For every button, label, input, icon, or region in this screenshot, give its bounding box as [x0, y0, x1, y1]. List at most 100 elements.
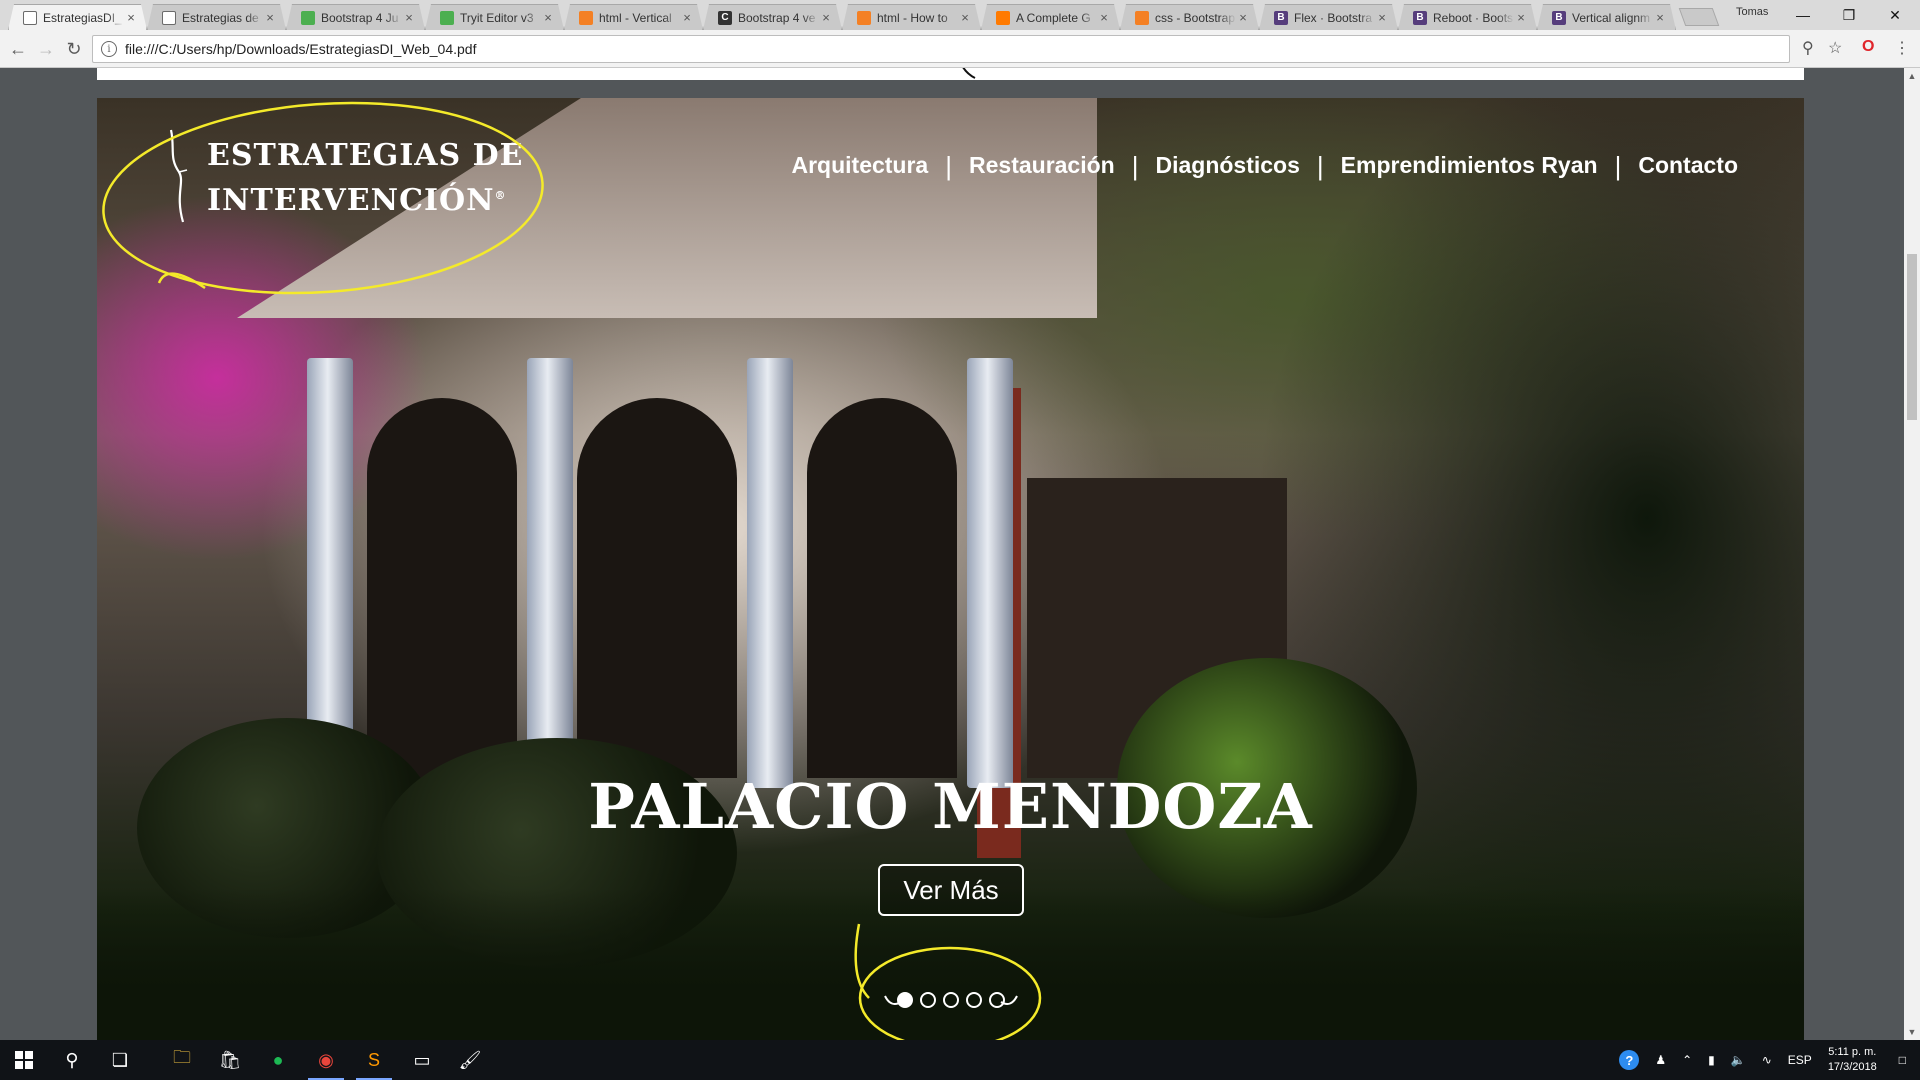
sublime-text-icon[interactable]: S — [350, 1040, 398, 1080]
scroll-down-icon[interactable]: ▼ — [1904, 1024, 1920, 1040]
spotify-icon[interactable]: ● — [254, 1040, 302, 1080]
address-bar[interactable]: i file:///C:/Users/hp/Downloads/Estrateg… — [92, 35, 1790, 63]
annotation-stroke — [962, 68, 976, 79]
nav-link-restauracion[interactable]: Restauración — [969, 152, 1115, 179]
forward-arrow-icon[interactable]: → — [34, 37, 58, 61]
arch-opening — [367, 398, 517, 778]
carousel-dot[interactable] — [920, 992, 936, 1008]
menu-icon[interactable]: ⋮ — [1894, 38, 1910, 58]
tab-close-icon[interactable]: × — [819, 10, 833, 25]
porch-column — [747, 358, 793, 788]
paint-icon[interactable]: 🖌 — [446, 1040, 494, 1080]
back-arrow-icon[interactable]: ← — [6, 37, 30, 61]
tab-close-icon[interactable]: × — [1375, 10, 1389, 25]
browser-tab[interactable]: B Vertical alignm × — [1537, 4, 1676, 30]
nav-separator: | — [1316, 150, 1324, 181]
browser-tab[interactable]: css - Bootstrap × — [1120, 4, 1259, 30]
tab-close-icon[interactable]: × — [1514, 10, 1528, 25]
tab-close-icon[interactable]: × — [1653, 10, 1667, 25]
carousel-dot[interactable] — [943, 992, 959, 1008]
new-tab-button[interactable] — [1678, 8, 1720, 26]
windows-start-icon[interactable] — [0, 1040, 48, 1080]
nav-link-contacto[interactable]: Contacto — [1638, 152, 1738, 179]
browser-tab[interactable]: Tryit Editor v3 × — [425, 4, 564, 30]
nav-link-emprendimientos[interactable]: Emprendimientos Ryan — [1341, 152, 1598, 179]
arch-opening — [577, 398, 737, 778]
clock[interactable]: 5:11 p. m. 17/3/2018 — [1820, 1040, 1885, 1080]
tab-title: Flex · Bootstra — [1294, 10, 1373, 25]
file-explorer-icon[interactable]: 🗀 — [158, 1040, 206, 1080]
tab-close-icon[interactable]: × — [1236, 10, 1250, 25]
previous-page-edge — [97, 68, 1804, 80]
battery-icon[interactable]: ▮ — [1700, 1040, 1723, 1080]
opera-vpn-icon[interactable]: O — [1862, 38, 1874, 56]
tab-close-icon[interactable]: × — [263, 10, 277, 25]
notifications-icon[interactable]: □ — [1885, 1040, 1920, 1080]
vertical-scrollbar[interactable]: ▲ ▼ — [1904, 68, 1920, 1040]
document-icon — [23, 11, 37, 25]
browser-tab[interactable]: A Complete G × — [981, 4, 1120, 30]
bookmark-star-icon[interactable]: ☆ — [1828, 38, 1842, 58]
language-indicator[interactable]: ESP — [1780, 1040, 1820, 1080]
carousel-dot[interactable] — [897, 992, 913, 1008]
store-icon[interactable]: 🛍 — [206, 1040, 254, 1080]
tab-close-icon[interactable]: × — [124, 10, 138, 25]
browser-tab[interactable]: B Reboot · Boots × — [1398, 4, 1537, 30]
stackoverflow-icon — [857, 11, 871, 25]
nav-link-diagnosticos[interactable]: Diagnósticos — [1155, 152, 1299, 179]
tab-title: html - How to — [877, 10, 948, 25]
registered-mark: ® — [494, 189, 507, 202]
clock-time: 5:11 p. m. — [1828, 1046, 1877, 1058]
address-text[interactable]: file:///C:/Users/hp/Downloads/Estrategia… — [125, 41, 476, 57]
carousel-dot[interactable] — [966, 992, 982, 1008]
browser-tab[interactable]: html - How to × — [842, 4, 981, 30]
browser-tab-strip: EstrategiasDI_ × Estrategias de × Bootstrap … — [0, 0, 1920, 30]
browser-tab[interactable]: html - Vertical × — [564, 4, 703, 30]
zoom-icon[interactable]: ⚲ — [1802, 38, 1814, 58]
close-window-icon[interactable]: ✕ — [1872, 0, 1918, 30]
system-tray: ? ♟ ⌃ ▮ 🔈 ∿ ESP 5:11 p. m. 17/3/2018 □ — [1611, 1040, 1920, 1080]
people-icon[interactable]: ♟ — [1647, 1040, 1674, 1080]
tab-close-icon[interactable]: × — [680, 10, 694, 25]
minimize-icon[interactable]: — — [1780, 0, 1826, 30]
volume-icon[interactable]: 🔈 — [1723, 1040, 1754, 1080]
help-icon[interactable]: ? — [1611, 1040, 1647, 1080]
ver-mas-button[interactable]: Ver Más — [878, 864, 1024, 916]
chrome-icon[interactable]: ◉ — [302, 1040, 350, 1080]
browser-tab[interactable]: B Flex · Bootstra × — [1259, 4, 1398, 30]
porch-arcade — [307, 358, 1067, 798]
tab-list: EstrategiasDI_ × Estrategias de × Bootstrap … — [8, 4, 1676, 30]
browser-tab[interactable]: Bootstrap 4 Ju × — [286, 4, 425, 30]
csstricks-icon — [996, 11, 1010, 25]
logo-line-1: ESTRATEGIAS DE — [207, 138, 524, 173]
scroll-up-icon[interactable]: ▲ — [1904, 68, 1920, 84]
scrollbar-thumb[interactable] — [1907, 254, 1917, 420]
restore-icon[interactable]: ❐ — [1826, 0, 1872, 30]
wifi-icon[interactable]: ∿ — [1754, 1040, 1780, 1080]
info-icon[interactable]: i — [101, 41, 117, 57]
task-view-icon[interactable]: ❏ — [96, 1040, 144, 1080]
search-icon[interactable]: ⚲ — [48, 1040, 96, 1080]
tab-title: A Complete G — [1016, 10, 1091, 25]
carousel-dot[interactable] — [989, 992, 1005, 1008]
bootstrap-icon: B — [1552, 11, 1566, 25]
site-nav: Arquitectura | Restauración | Diagnósticos | E… — [791, 152, 1738, 179]
terminal-icon[interactable]: ▭ — [398, 1040, 446, 1080]
browser-tab[interactable]: C Bootstrap 4 ve × — [703, 4, 842, 30]
tab-close-icon[interactable]: × — [402, 10, 416, 25]
reload-icon[interactable]: ↻ — [62, 37, 86, 61]
nav-link-arquitectura[interactable]: Arquitectura — [791, 152, 928, 179]
browser-tab[interactable]: Estrategias de × — [147, 4, 286, 30]
tab-close-icon[interactable]: × — [541, 10, 555, 25]
profile-name[interactable]: Tomas — [1736, 6, 1768, 18]
logo-figure-icon — [169, 129, 188, 223]
bootstrap-icon: B — [1274, 11, 1288, 25]
tab-title: EstrategiasDI_ — [43, 10, 122, 25]
tab-close-icon[interactable]: × — [958, 10, 972, 25]
show-hidden-icons[interactable]: ⌃ — [1674, 1040, 1700, 1080]
tab-close-icon[interactable]: × — [1097, 10, 1111, 25]
browser-tab[interactable]: EstrategiasDI_ × — [8, 4, 147, 30]
document-icon — [162, 11, 176, 25]
site-logo[interactable]: ESTRATEGIAS DE INTERVENCIÓN® — [207, 136, 524, 221]
pdf-viewer: ESTRATEGIAS DE INTERVENCIÓN® Arquitectur… — [0, 68, 1904, 1040]
